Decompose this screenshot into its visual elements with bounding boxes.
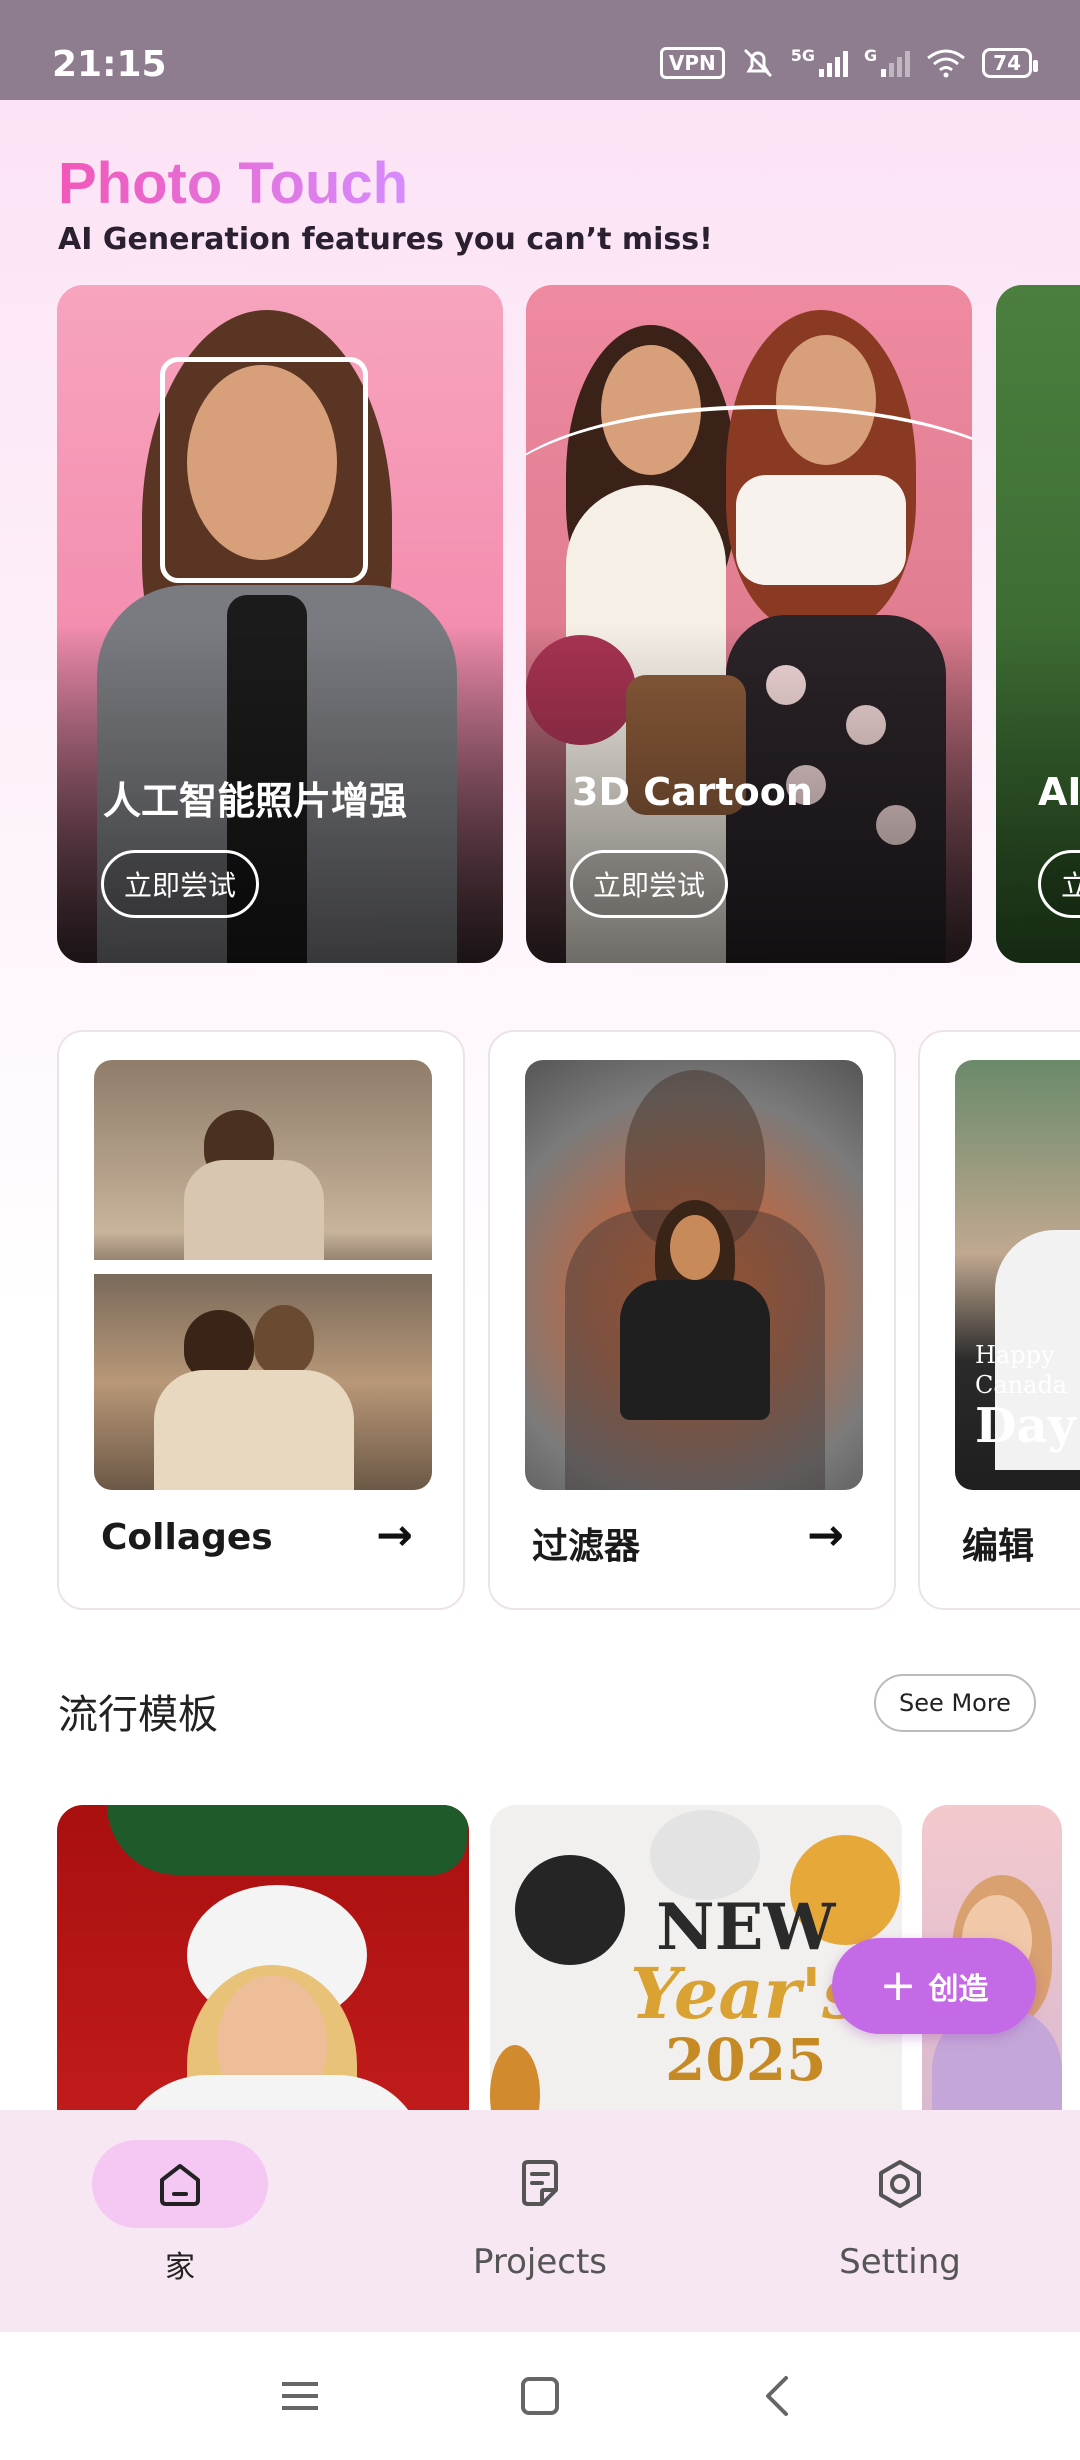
- square-icon: [521, 2377, 559, 2415]
- create-fab[interactable]: + 创造: [832, 1938, 1036, 2034]
- system-nav-bar: [0, 2332, 1080, 2460]
- back-chevron-icon: [766, 2376, 788, 2416]
- signal-icon: [819, 49, 849, 77]
- face-detect-frame: [160, 357, 368, 583]
- nav-label: Projects: [472, 2242, 608, 2282]
- back-button[interactable]: [748, 2366, 808, 2426]
- app-title: Photo Touch: [58, 151, 409, 216]
- nav-active-pill: [92, 2140, 268, 2228]
- hero-card-3d-cartoon[interactable]: 3D Cartoon 立即尝试: [526, 285, 972, 963]
- network-g-label: G: [864, 46, 878, 65]
- filter-thumbnail: [525, 1060, 863, 1490]
- nav-item-projects[interactable]: Projects: [420, 2140, 660, 2300]
- home-page: Photo Touch AI Generation features you c…: [0, 100, 1080, 2110]
- status-icons: VPN 5G G 74: [659, 46, 1038, 80]
- plus-icon: +: [879, 1960, 917, 2011]
- feature-card-label: 编辑: [962, 1526, 1035, 1567]
- bottom-nav: 家 Projects Setting: [0, 2110, 1080, 2332]
- document-icon: [522, 2160, 558, 2206]
- arrow-right-icon: →: [807, 1510, 844, 1561]
- collage-thumbnail: [94, 1060, 432, 1490]
- settings-icon: [879, 2160, 921, 2208]
- battery-icon: 74: [982, 48, 1038, 78]
- status-bar: 21:15 VPN 5G G 74: [0, 0, 1080, 100]
- feature-card-label: 过滤器: [532, 1526, 641, 1567]
- wifi-icon: [927, 49, 966, 78]
- new-year-text: NEW Year's 2025: [630, 1895, 862, 2094]
- template-card-christmas[interactable]: [57, 1805, 469, 2110]
- new-year-line-2: Year's: [630, 1952, 862, 2035]
- menu-icon: [282, 2382, 318, 2410]
- feature-card-edit[interactable]: Happy Canada Day 编辑: [918, 1030, 1080, 1610]
- app-subtitle: AI Generation features you can’t miss!: [58, 222, 713, 257]
- recents-button[interactable]: [270, 2366, 330, 2426]
- nav-label: 家: [165, 2250, 195, 2285]
- hero-card-label: 人工智能照片增强: [103, 779, 408, 823]
- popular-templates-title: 流行模板: [58, 1692, 218, 1738]
- caption-line-3: Day: [975, 1398, 1076, 1454]
- hero-card-label: 3D Cartoon: [572, 770, 813, 814]
- hero-card-label: AI: [1038, 770, 1080, 814]
- nav-item-home[interactable]: 家: [60, 2140, 300, 2300]
- try-now-button[interactable]: 立即尝试: [570, 850, 729, 918]
- hero-card-ai[interactable]: AI 立: [996, 285, 1080, 963]
- try-now-button[interactable]: 立即尝试: [101, 850, 260, 918]
- feature-card-label: Collages: [101, 1517, 273, 1558]
- curve-line: [526, 405, 972, 605]
- see-more-button[interactable]: See More: [874, 1674, 1036, 1732]
- create-fab-label: 创造: [928, 1972, 989, 2007]
- network-5g-label: 5G: [790, 46, 816, 65]
- arrow-right-icon: →: [376, 1510, 413, 1561]
- feature-card-filters[interactable]: 过滤器 →: [488, 1030, 896, 1610]
- nav-item-setting[interactable]: Setting: [780, 2140, 1020, 2300]
- feature-card-collages[interactable]: Collages →: [57, 1030, 465, 1610]
- status-time: 21:15: [52, 44, 167, 85]
- home-icon: [160, 2164, 200, 2206]
- edit-thumbnail-caption: Happy Canada Day: [975, 1340, 1076, 1452]
- hero-card-photo-enhance[interactable]: 人工智能照片增强 立即尝试: [57, 285, 503, 963]
- signal-icon-2: [881, 49, 911, 77]
- caption-line-2: Canada: [975, 1371, 1068, 1399]
- new-year-line-3: 2025: [665, 2026, 827, 2094]
- nav-label: Setting: [839, 2242, 961, 2282]
- vpn-icon: VPN: [659, 47, 725, 79]
- edit-thumbnail: Happy Canada Day: [955, 1060, 1080, 1490]
- home-button[interactable]: [510, 2366, 570, 2426]
- bell-muted-icon: [743, 48, 772, 78]
- caption-line-1: Happy: [975, 1341, 1055, 1369]
